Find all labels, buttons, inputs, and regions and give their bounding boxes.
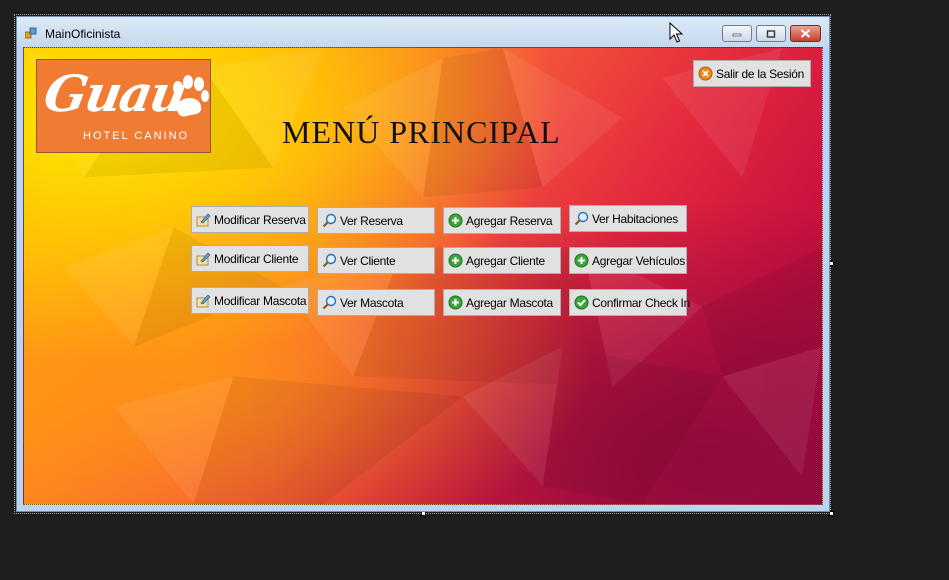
agregar-vehiculos-label: Agregar Vehículos [592,253,685,268]
modificar-reserva-button[interactable]: Modificar Reserva [191,206,309,233]
ver-reserva-button[interactable]: Ver Reserva [317,207,435,234]
title-bar[interactable]: MainOficinista [17,17,829,47]
window-title: MainOficinista [45,27,121,41]
agregar-cliente-label: Agregar Cliente [466,253,545,268]
agregar-reserva-label: Agregar Reserva [466,213,553,228]
add-icon [448,295,463,310]
confirmar-checkin-button[interactable]: Confirmar Check In [569,289,690,316]
agregar-mascota-label: Agregar Mascota [466,295,553,310]
check-icon [574,295,589,310]
add-icon [448,253,463,268]
ver-reserva-label: Ver Reserva [340,213,403,228]
search-icon [574,211,589,226]
close-icon [800,29,811,38]
agregar-vehiculos-button[interactable]: Agregar Vehículos [569,247,687,274]
logout-button[interactable]: Salir de la Sesión [693,60,811,87]
modificar-mascota-label: Modificar Mascota [214,293,307,308]
minimize-button[interactable] [722,25,752,42]
search-icon [322,295,337,310]
agregar-cliente-button[interactable]: Agregar Cliente [443,247,561,274]
page-title: MENÚ PRINCIPAL [282,114,561,150]
ver-habitaciones-label: Ver Habitaciones [592,211,678,226]
agregar-mascota-button[interactable]: Agregar Mascota [443,289,561,316]
ver-habitaciones-button[interactable]: Ver Habitaciones [569,205,687,232]
add-icon [448,213,463,228]
form-client-area: Guau HOTEL CANINO MENÚ PRINCIPAL Salir d… [23,47,823,505]
modificar-mascota-button[interactable]: Modificar Mascota [191,287,309,314]
edit-icon [196,294,211,308]
modificar-cliente-label: Modificar Cliente [214,251,299,266]
modificar-cliente-button[interactable]: Modificar Cliente [191,245,309,272]
ver-cliente-label: Ver Cliente [340,253,396,268]
search-icon [322,213,337,228]
logout-icon [698,66,713,81]
maximize-button[interactable] [756,25,786,42]
modificar-reserva-label: Modificar Reserva [214,212,306,227]
add-icon [574,253,589,268]
minimize-icon [732,33,742,36]
mouse-cursor-icon [669,22,683,43]
main-window: MainOficinista Guau HOTEL CANINO MENÚ PR… [16,16,830,512]
app-icon [25,27,37,39]
ver-cliente-button[interactable]: Ver Cliente [317,247,435,274]
maximize-icon [766,29,776,38]
close-button[interactable] [790,25,821,42]
logo-brand: Guau [39,64,191,123]
ver-mascota-label: Ver Mascota [340,295,404,310]
paw-icon [173,75,209,117]
ver-mascota-button[interactable]: Ver Mascota [317,289,435,316]
confirmar-checkin-label: Confirmar Check In [592,295,690,310]
agregar-reserva-button[interactable]: Agregar Reserva [443,207,561,234]
logo-tagline: HOTEL CANINO [83,130,190,142]
edit-icon [196,252,211,266]
search-icon [322,253,337,268]
hotel-logo: Guau HOTEL CANINO [36,59,211,153]
logout-label: Salir de la Sesión [716,66,804,81]
edit-icon [196,213,211,227]
